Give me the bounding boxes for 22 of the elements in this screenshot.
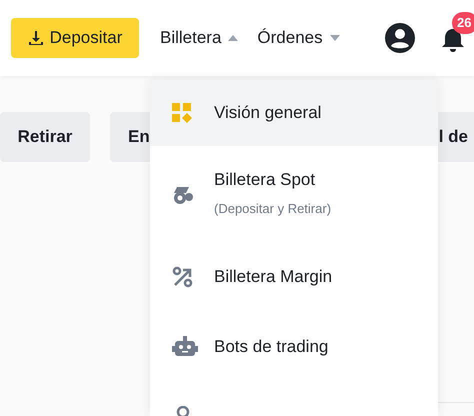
menu-item-label: Bots de trading xyxy=(214,336,328,358)
grid-icon xyxy=(172,103,192,123)
menu-item[interactable]: Bots de trading xyxy=(150,312,438,382)
caret-icon xyxy=(330,35,340,41)
menu-item-label: Billetera Spot xyxy=(214,169,316,192)
menu-item[interactable]: Visión general xyxy=(150,80,438,146)
menu-item-description: (Depositar y Retirar) xyxy=(214,200,332,218)
user-avatar-icon[interactable] xyxy=(384,23,415,53)
percent-icon xyxy=(172,266,194,288)
menu-item[interactable]: Billetera Spot (Depositar y Retirar) xyxy=(150,146,438,242)
notification-badge: 26 xyxy=(452,12,474,34)
deposit-button[interactable]: Depositar xyxy=(11,18,139,58)
download-icon xyxy=(28,30,44,46)
caret-icon xyxy=(228,35,238,41)
menu-item[interactable]: Billetera Margin xyxy=(150,242,438,312)
nav-menu[interactable]: Billetera xyxy=(160,25,238,51)
action-button[interactable]: Retirar xyxy=(0,112,90,162)
bell-icon[interactable] xyxy=(440,27,465,53)
nav-menu[interactable]: Órdenes xyxy=(257,25,340,51)
robot-icon xyxy=(172,336,198,358)
menu-item-label: Visión general xyxy=(214,102,322,124)
menu-item-label: Billetera Margin xyxy=(214,266,332,288)
